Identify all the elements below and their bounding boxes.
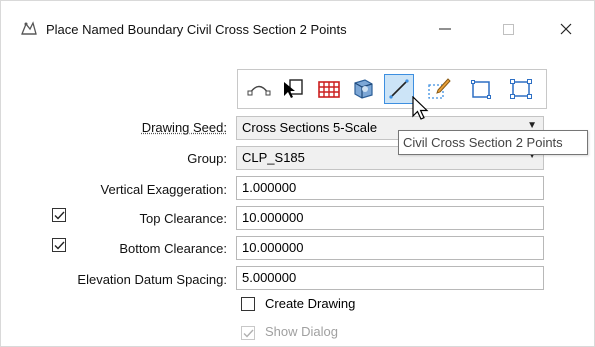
drawing-seed-label: Drawing Seed: (141, 120, 227, 135)
vertical-exaggeration-input[interactable]: 1.000000 (236, 176, 544, 200)
title-bar[interactable]: Place Named Boundary Civil Cross Section… (1, 1, 594, 55)
rectangle-corners-icon[interactable] (506, 74, 536, 104)
bottom-clearance-label: Bottom Clearance: (119, 241, 227, 256)
create-drawing-checkbox[interactable] (241, 297, 255, 311)
show-dialog-label: Show Dialog (265, 324, 338, 339)
grid-table-icon[interactable] (314, 74, 344, 104)
dialog-window: Place Named Boundary Civil Cross Section… (0, 0, 595, 347)
drawing-seed-value: Cross Sections 5-Scale (242, 120, 378, 135)
top-clearance-input[interactable]: 10.000000 (236, 206, 544, 230)
bottom-clearance-checkbox[interactable] (52, 238, 66, 252)
bottom-clearance-input[interactable]: 10.000000 (236, 236, 544, 260)
show-dialog-checkbox[interactable] (241, 326, 255, 340)
top-clearance-value: 10.000000 (242, 210, 304, 225)
vertical-exaggeration-value: 1.000000 (242, 180, 297, 195)
place-boundary-icon (20, 20, 38, 36)
maximize-button[interactable] (488, 15, 528, 43)
tool-tooltip: Civil Cross Section 2 Points (398, 130, 588, 155)
mouse-pointer-icon (412, 95, 430, 122)
elevation-datum-spacing-input[interactable]: 5.000000 (236, 266, 544, 290)
top-clearance-checkbox[interactable] (52, 208, 66, 222)
window-title: Place Named Boundary Civil Cross Section… (46, 22, 347, 37)
group-value: CLP_S185 (242, 150, 305, 165)
top-clearance-label: Top Clearance: (139, 211, 227, 226)
3d-model-icon[interactable] (348, 74, 378, 104)
elevation-datum-spacing-label: Elevation Datum Spacing: (77, 272, 227, 287)
elevation-datum-spacing-value: 5.000000 (242, 270, 297, 285)
place-view-cursor-icon[interactable] (278, 74, 308, 104)
group-label: Group: (187, 151, 227, 166)
civil-plan-tool-icon[interactable] (244, 74, 274, 104)
tool-palette (237, 69, 547, 109)
civil-cross-section-2-points-icon[interactable] (384, 74, 414, 104)
close-button[interactable] (546, 15, 586, 43)
create-drawing-label: Create Drawing (265, 296, 356, 311)
bottom-clearance-value: 10.000000 (242, 240, 304, 255)
vertical-exaggeration-label: Vertical Exaggeration: (100, 182, 227, 197)
square-boundary-icon[interactable] (466, 74, 496, 104)
minimize-button[interactable] (425, 15, 465, 43)
